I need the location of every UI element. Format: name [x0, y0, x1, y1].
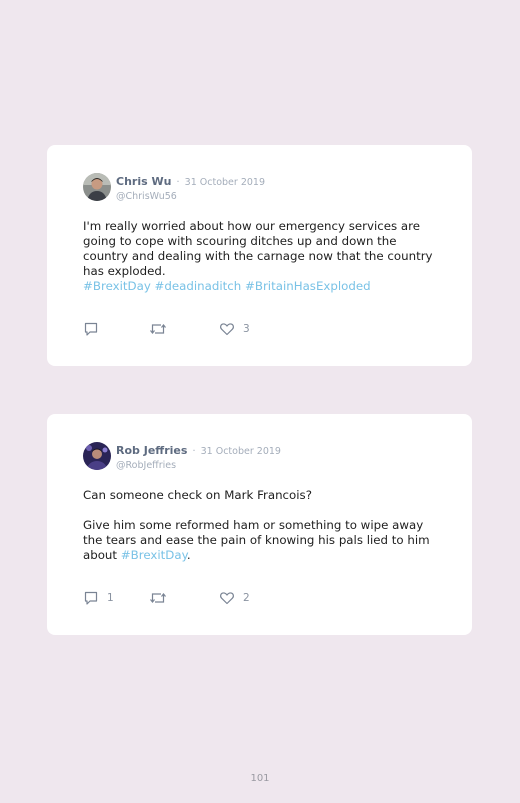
author-handle[interactable]: @RobJeffries [116, 459, 281, 473]
heart-icon [220, 592, 234, 605]
like-button[interactable]: 3 [219, 321, 250, 337]
separator: · [192, 446, 196, 457]
tweet-paragraph: Can someone check on Mark Francois? [83, 488, 312, 502]
author-handle[interactable]: @ChrisWu56 [116, 190, 265, 204]
tweet-card: Chris Wu · 31 October 2019 @ChrisWu56 I'… [47, 145, 472, 366]
tweet-card: Rob Jeffries · 31 October 2019 @RobJeffr… [47, 414, 472, 635]
author-name[interactable]: Rob Jeffries [116, 444, 187, 457]
author-name[interactable]: Chris Wu [116, 175, 171, 188]
tweet-punctuation: . [186, 548, 191, 562]
page-number: 101 [250, 773, 270, 784]
avatar[interactable] [83, 173, 111, 201]
tweet-header: Rob Jeffries · 31 October 2019 @RobJeffr… [116, 442, 281, 473]
separator: · [176, 177, 180, 188]
heart-icon [220, 323, 234, 336]
tweet-text: I'm really worried about how our emergen… [83, 219, 435, 294]
reply-button[interactable] [83, 321, 107, 337]
retweet-button[interactable] [149, 590, 175, 606]
reply-count: 1 [107, 592, 114, 604]
like-button[interactable]: 2 [219, 590, 250, 606]
like-count: 3 [243, 323, 250, 335]
tweet-date[interactable]: 31 October 2019 [185, 177, 265, 188]
reply-button[interactable]: 1 [83, 590, 114, 606]
hashtag-links[interactable]: #BrexitDay #deadinaditch #BritainHasExpl… [83, 279, 371, 293]
like-count: 2 [243, 592, 250, 604]
tweet-paragraph: I'm really worried about how our emergen… [83, 219, 433, 278]
tweet-date[interactable]: 31 October 2019 [201, 446, 281, 457]
tweet-header: Chris Wu · 31 October 2019 @ChrisWu56 [116, 173, 265, 204]
retweet-button[interactable] [149, 321, 175, 337]
tweet-text: Can someone check on Mark Francois? Give… [83, 488, 435, 563]
hashtag-link[interactable]: #BrexitDay [121, 548, 187, 562]
reply-icon [84, 591, 98, 605]
reply-icon [84, 322, 98, 336]
avatar[interactable] [83, 442, 111, 470]
retweet-icon [150, 324, 166, 334]
retweet-icon [150, 593, 166, 603]
tweet-actions: 3 [83, 321, 383, 337]
tweet-actions: 1 2 [83, 590, 383, 606]
